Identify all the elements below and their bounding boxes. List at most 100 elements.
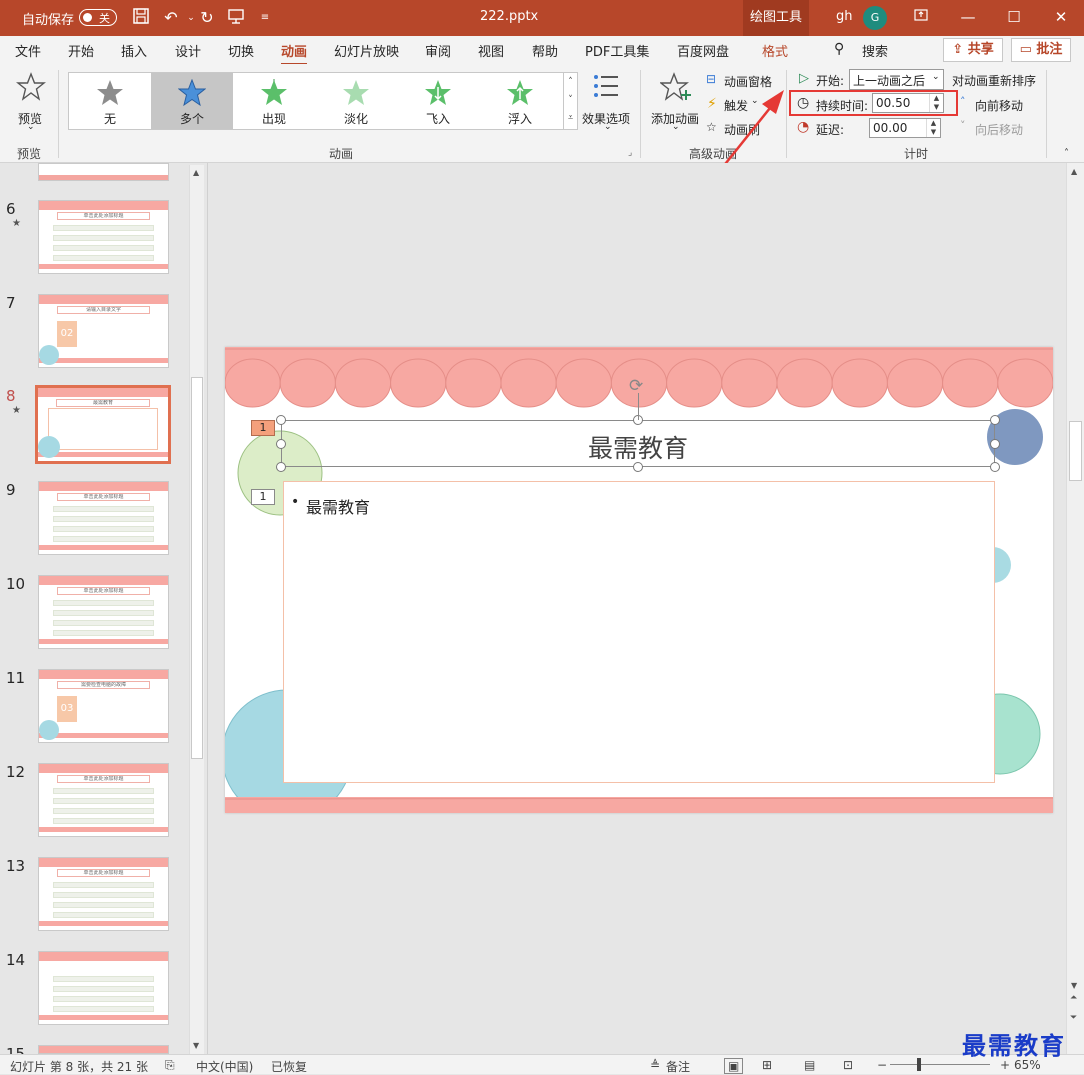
share-button[interactable]: ⇪ 共享 <box>943 38 1003 62</box>
slide-thumbnail-11[interactable]: 需要检查电脑的故障 03 <box>38 669 169 743</box>
animation-appear[interactable]: 出现 <box>233 73 315 129</box>
tab-baidu-netdisk[interactable]: 百度网盘 <box>677 41 729 60</box>
move-earlier-button[interactable]: 向前移动 <box>975 97 1023 114</box>
delay-input[interactable]: 00.00 ▲ ▼ <box>869 118 941 138</box>
animation-multiple[interactable]: 多个 <box>151 73 233 129</box>
animation-order-tag[interactable]: 1 <box>251 420 275 436</box>
thumb-circle <box>39 345 59 365</box>
start-select[interactable]: 上一动画之后 ⌄ <box>849 69 944 90</box>
rotate-handle-icon[interactable]: ⟳ <box>629 376 643 396</box>
undo-icon[interactable]: ↶ <box>160 7 182 29</box>
resize-handle[interactable] <box>633 462 643 472</box>
thumbnail-scroll-thumb[interactable] <box>191 377 203 759</box>
slide-thumbnail-12[interactable]: 单击此处添加标题 <box>38 763 169 837</box>
spellcheck-icon[interactable]: ⎘ <box>165 1058 175 1073</box>
tab-transitions[interactable]: 切换 <box>228 41 254 60</box>
slide-thumbnail-14[interactable] <box>38 951 169 1025</box>
autosave-toggle[interactable]: 关 <box>79 9 117 26</box>
bullet-text[interactable]: 最需教育 <box>306 494 370 518</box>
animation-fade[interactable]: 淡化 <box>315 73 397 129</box>
tab-pdf-tools[interactable]: PDF工具集 <box>585 41 649 60</box>
effect-options-button[interactable]: 效果选项 ⌄ <box>582 70 634 140</box>
slide-thumbnail-13[interactable]: 单击此处添加标题 <box>38 857 169 931</box>
normal-view-icon[interactable]: ▣ <box>724 1058 744 1074</box>
search-label[interactable]: 搜索 <box>862 41 888 60</box>
close-icon[interactable]: ✕ <box>1050 6 1072 28</box>
comments-button[interactable]: ▭ 批注 <box>1011 38 1071 62</box>
avatar[interactable]: G <box>863 6 887 30</box>
resize-handle[interactable] <box>990 462 1000 472</box>
ribbon-display-options-icon[interactable] <box>910 6 932 28</box>
animation-order-tag[interactable]: 1 <box>251 489 275 505</box>
tab-file[interactable]: 文件 <box>15 41 41 60</box>
customize-toolbar-icon[interactable]: ≡ <box>254 7 276 29</box>
zoom-out-icon[interactable]: − <box>877 1058 887 1072</box>
resize-handle[interactable] <box>276 415 286 425</box>
animation-dialog-launcher-icon[interactable]: ⌟ <box>628 148 632 158</box>
tab-review[interactable]: 审阅 <box>425 41 451 60</box>
scroll-up-icon[interactable]: ▲ <box>193 168 199 177</box>
resize-handle[interactable] <box>276 438 286 449</box>
slideshow-view-icon[interactable]: ⊡ <box>843 1058 853 1072</box>
delay-spinner[interactable]: ▲ ▼ <box>926 119 940 137</box>
tab-animations[interactable]: 动画 <box>281 41 308 66</box>
slide-thumbnail-8[interactable]: 最需教育 <box>35 385 171 464</box>
tab-view[interactable]: 视图 <box>478 41 504 60</box>
thumbnail-scrollbar[interactable]: ▲ ▼ <box>189 165 204 1054</box>
save-icon[interactable] <box>130 7 152 29</box>
tab-help[interactable]: 帮助 <box>532 41 558 60</box>
zoom-slider[interactable] <box>890 1064 990 1065</box>
duration-input[interactable]: 00.50 ▲ ▼ <box>872 93 944 113</box>
maximize-icon[interactable]: ☐ <box>1003 6 1025 28</box>
canvas-scroll-thumb[interactable] <box>1069 421 1082 481</box>
minimize-icon[interactable]: — <box>957 6 979 28</box>
resize-handle[interactable] <box>990 415 1000 425</box>
canvas-scroll-up-icon[interactable]: ▲ <box>1071 167 1077 176</box>
autosave-state: 关 <box>99 12 110 25</box>
title-placeholder[interactable]: 最需教育 <box>281 420 995 467</box>
zoom-slider-thumb[interactable] <box>917 1058 921 1071</box>
slide-thumbnail-6[interactable]: 单击此处添加标题 <box>38 200 169 274</box>
slide-sorter-icon[interactable]: ⊞ <box>762 1058 772 1072</box>
collapse-ribbon-icon[interactable]: ˄ <box>1064 148 1069 159</box>
animation-fly-in[interactable]: 飞入 <box>397 73 479 129</box>
gallery-more-icon[interactable]: ⩡ <box>564 109 577 127</box>
language-indicator[interactable]: 中文(中国) <box>196 1058 253 1075</box>
duration-spinner[interactable]: ▲ ▼ <box>929 94 943 112</box>
gallery-up-icon[interactable]: ˄ <box>564 73 577 91</box>
ribbon-tabs: 文件 开始 插入 设计 切换 动画 幻灯片放映 审阅 视图 帮助 PDF工具集 … <box>0 36 1084 66</box>
reading-view-icon[interactable]: ▤ <box>804 1058 815 1072</box>
current-slide[interactable]: 最需教育 ⟳ 1 1 • 最需教育 <box>225 347 1053 813</box>
previous-slide-icon[interactable]: ⏶ <box>1070 993 1077 1003</box>
redo-icon[interactable]: ↻ <box>196 7 218 29</box>
canvas-scrollbar[interactable]: ▲ ▼ ⏶ ⏷ <box>1066 163 1084 1054</box>
gallery-scroll-controls[interactable]: ˄ ˅ ⩡ <box>563 73 577 129</box>
gallery-down-icon[interactable]: ˅ <box>564 91 577 109</box>
content-placeholder[interactable]: • 最需教育 <box>283 481 995 783</box>
scroll-down-icon[interactable]: ▼ <box>193 1041 199 1050</box>
slide-thumbnail-15[interactable] <box>38 1045 169 1054</box>
tab-design[interactable]: 设计 <box>175 41 201 60</box>
search-icon[interactable]: ⚲ <box>834 41 844 57</box>
animation-none[interactable]: 无 <box>69 73 151 129</box>
slideshow-from-start-icon[interactable] <box>225 7 247 29</box>
tab-format[interactable]: 格式 <box>762 41 788 60</box>
notes-button[interactable]: 备注 <box>666 1058 690 1075</box>
tab-insert[interactable]: 插入 <box>121 41 147 60</box>
preview-button[interactable]: 预览 ⌄ <box>10 70 52 140</box>
tab-home[interactable]: 开始 <box>68 41 94 60</box>
resize-handle[interactable] <box>990 438 1000 449</box>
next-slide-icon[interactable]: ⏷ <box>1070 1013 1077 1023</box>
slide-thumbnail-10[interactable]: 单击此处添加标题 <box>38 575 169 649</box>
slide-title[interactable]: 最需教育 <box>282 429 994 465</box>
slide-thumbnail-7[interactable]: 请输入目录文字 02 <box>38 294 169 368</box>
animation-float-in[interactable]: 浮入 <box>479 73 561 129</box>
move-later-button[interactable]: 向后移动 <box>975 121 1023 138</box>
resize-handle[interactable] <box>276 462 286 472</box>
tab-slideshow[interactable]: 幻灯片放映 <box>334 41 399 60</box>
thumb-content-line <box>53 255 154 261</box>
user-name[interactable]: gh <box>836 9 853 24</box>
canvas-scroll-down-icon[interactable]: ▼ <box>1071 981 1077 990</box>
slide-thumbnail-5-partial[interactable] <box>38 163 169 181</box>
slide-thumbnail-9[interactable]: 单击此处添加标题 <box>38 481 169 555</box>
